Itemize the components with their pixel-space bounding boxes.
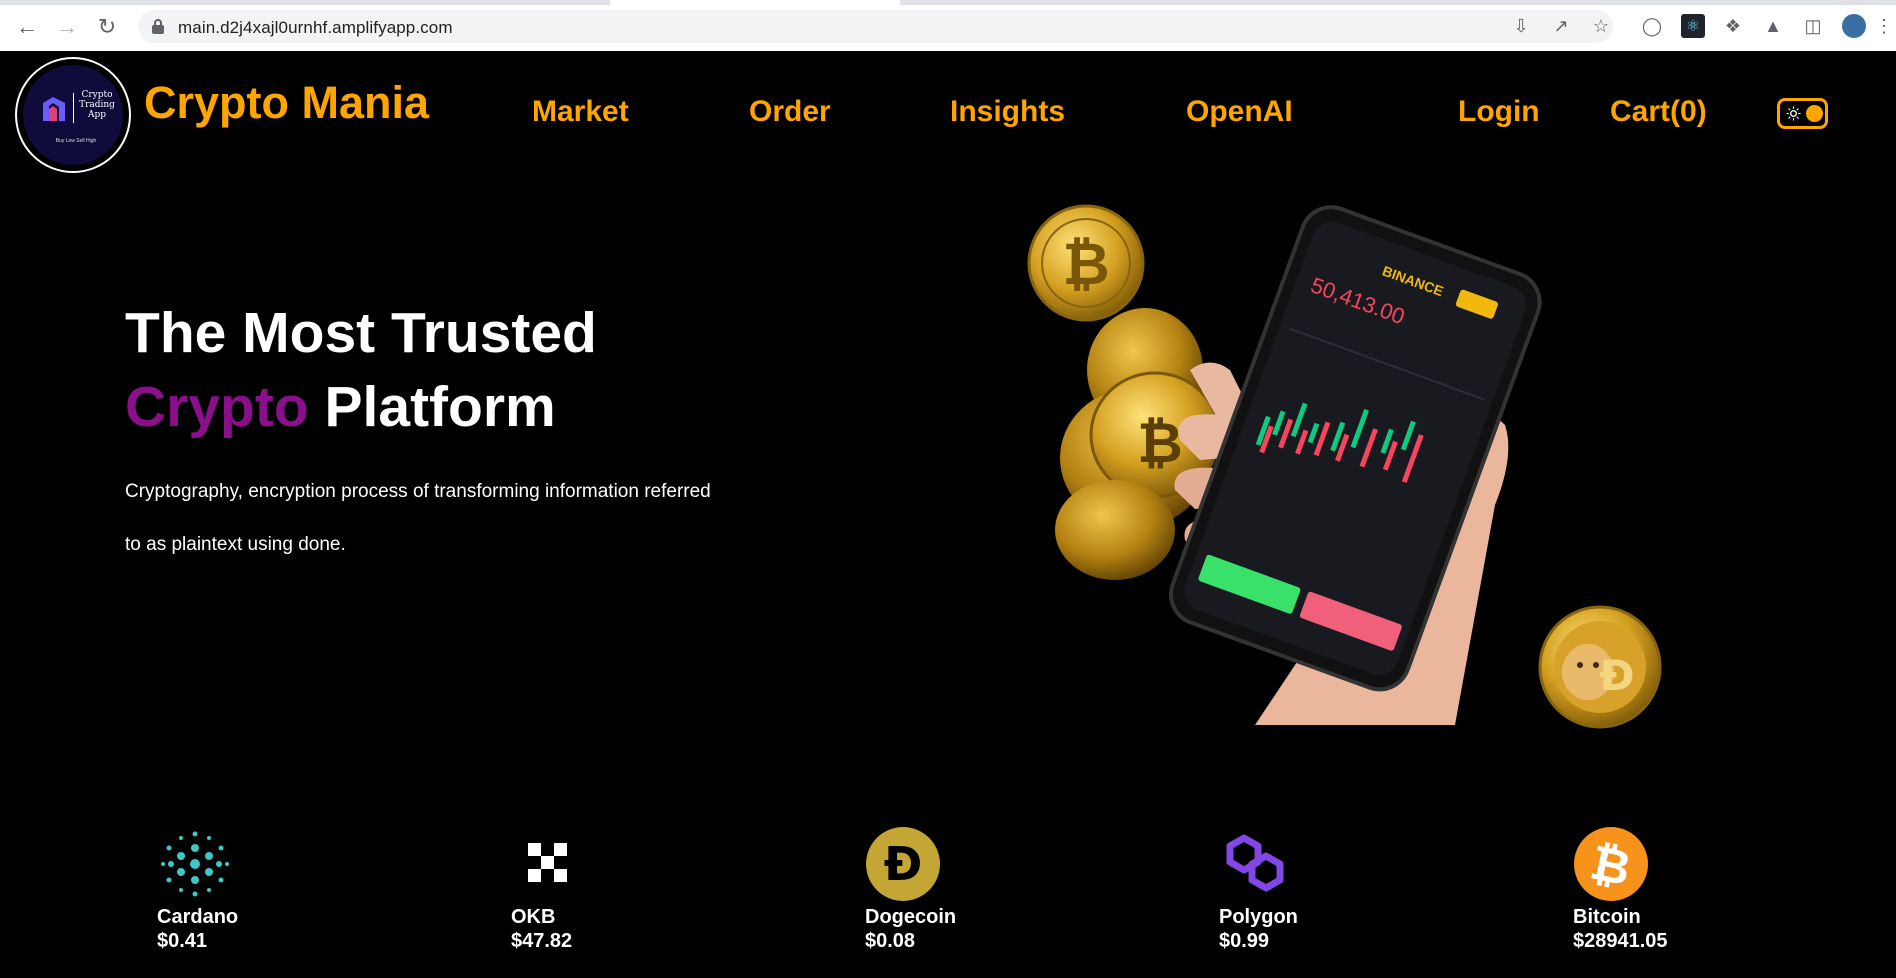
toggle-knob [1806,105,1823,122]
bitcoin-coin-icon: ₿ [1027,204,1145,322]
bitcoin-icon: ₿ [1574,827,1648,901]
url-text[interactable]: main.d2j4xajl0urnhf.amplifyapp.com [178,18,453,38]
svg-text:₿: ₿ [1137,411,1183,476]
logo-line-1: Crypto [81,90,113,100]
coin-name: Bitcoin [1573,906,1641,928]
coin-name: Polygon [1219,906,1298,928]
hero-title-line1: The Most Trusted [125,301,597,365]
hero-description: Cryptography, encryption process of tran… [125,481,711,555]
nav-openai[interactable]: OpenAI [1186,95,1293,129]
nav-login[interactable]: Login [1458,95,1540,129]
svg-text:Đ: Đ [884,837,923,891]
coin-card-bitcoin[interactable]: ₿ Bitcoin $28941.05 [1573,826,1833,952]
coin-card-okb[interactable]: OKB $47.82 [511,826,771,952]
star-icon[interactable]: ☆ [1589,14,1613,38]
coin-price: $0.41 [157,930,208,952]
react-devtools-icon[interactable]: ⚛ [1681,14,1705,38]
phone-illustration: BINANCE 50,413.00 [1169,205,1542,692]
menu-icon[interactable]: ⋮ [1872,14,1896,38]
nav-insights[interactable]: Insights [950,95,1065,129]
tab-strip [0,0,1896,5]
flask-icon[interactable]: ▲ [1761,14,1785,38]
dogecoin-coin-icon: Đ [1538,605,1662,729]
address-bar[interactable]: main.d2j4xajl0urnhf.amplifyapp.com [138,10,1613,43]
sidepanel-icon[interactable]: ◫ [1801,14,1825,38]
nav-order[interactable]: Order [749,95,831,129]
coin-name: Dogecoin [865,906,957,928]
logo-tagline: Buy Low Sell High [55,138,97,144]
logo-line-2: Trading [79,100,115,110]
logo-line-3: App [87,110,107,120]
dogecoin-icon: Đ [866,827,940,901]
logo-badge: Crypto Trading App Buy Low Sell High [23,65,123,165]
cardano-icon [161,831,229,897]
coin-name: Cardano [157,906,239,928]
logo-text: Crypto Trading App [75,90,119,120]
app-logo[interactable]: Crypto Trading App Buy Low Sell High [15,57,131,173]
polygon-icon [1226,834,1284,892]
theme-toggle[interactable] [1777,98,1828,129]
hero-title: The Most Trusted Crypto Platform [125,296,597,444]
hero-illustration: ₿ ₿ BINANCE 50,413.00 Đ [1027,204,1662,729]
back-icon[interactable]: ← [12,12,42,42]
coin-price: $0.99 [1219,930,1270,952]
coin-card-polygon[interactable]: Polygon $0.99 [1219,826,1479,952]
coin-price: $0.08 [865,930,916,952]
puzzle-icon[interactable]: ❖ [1721,14,1745,38]
sun-icon [1786,106,1801,121]
coin-price: $47.82 [511,930,573,952]
brand-title[interactable]: Crypto Mania [144,77,429,129]
active-tab[interactable] [610,0,900,5]
coin-price: $28941.05 [1573,930,1668,952]
browser-chrome: ← → ↻ main.d2j4xajl0urnhf.amplifyapp.com… [0,0,1896,51]
hero-title-accent: Crypto [125,375,309,439]
coin-card-dogecoin[interactable]: Đ Dogecoin $0.08 [865,826,1125,952]
nav-market[interactable]: Market [532,95,629,129]
coin-card-cardano[interactable]: Cardano $0.41 [157,826,417,952]
nav-cart[interactable]: Cart(0) [1610,95,1707,129]
forward-icon[interactable]: → [52,12,82,42]
lock-icon[interactable] [150,18,166,35]
reload-icon[interactable]: ↻ [92,12,122,42]
logo-divider [73,93,74,123]
logo-mark-icon [43,97,65,121]
svg-text:₿: ₿ [1062,230,1109,298]
coin-name: OKB [511,906,556,928]
extension-circle-icon[interactable]: ◯ [1640,14,1664,38]
svg-text:Đ: Đ [1599,651,1634,700]
share-icon[interactable]: ↗ [1549,14,1573,38]
install-icon[interactable]: ⇩ [1509,14,1533,38]
hero-title-rest: Platform [308,375,556,439]
okb-icon [528,843,567,882]
profile-avatar[interactable] [1842,14,1866,38]
